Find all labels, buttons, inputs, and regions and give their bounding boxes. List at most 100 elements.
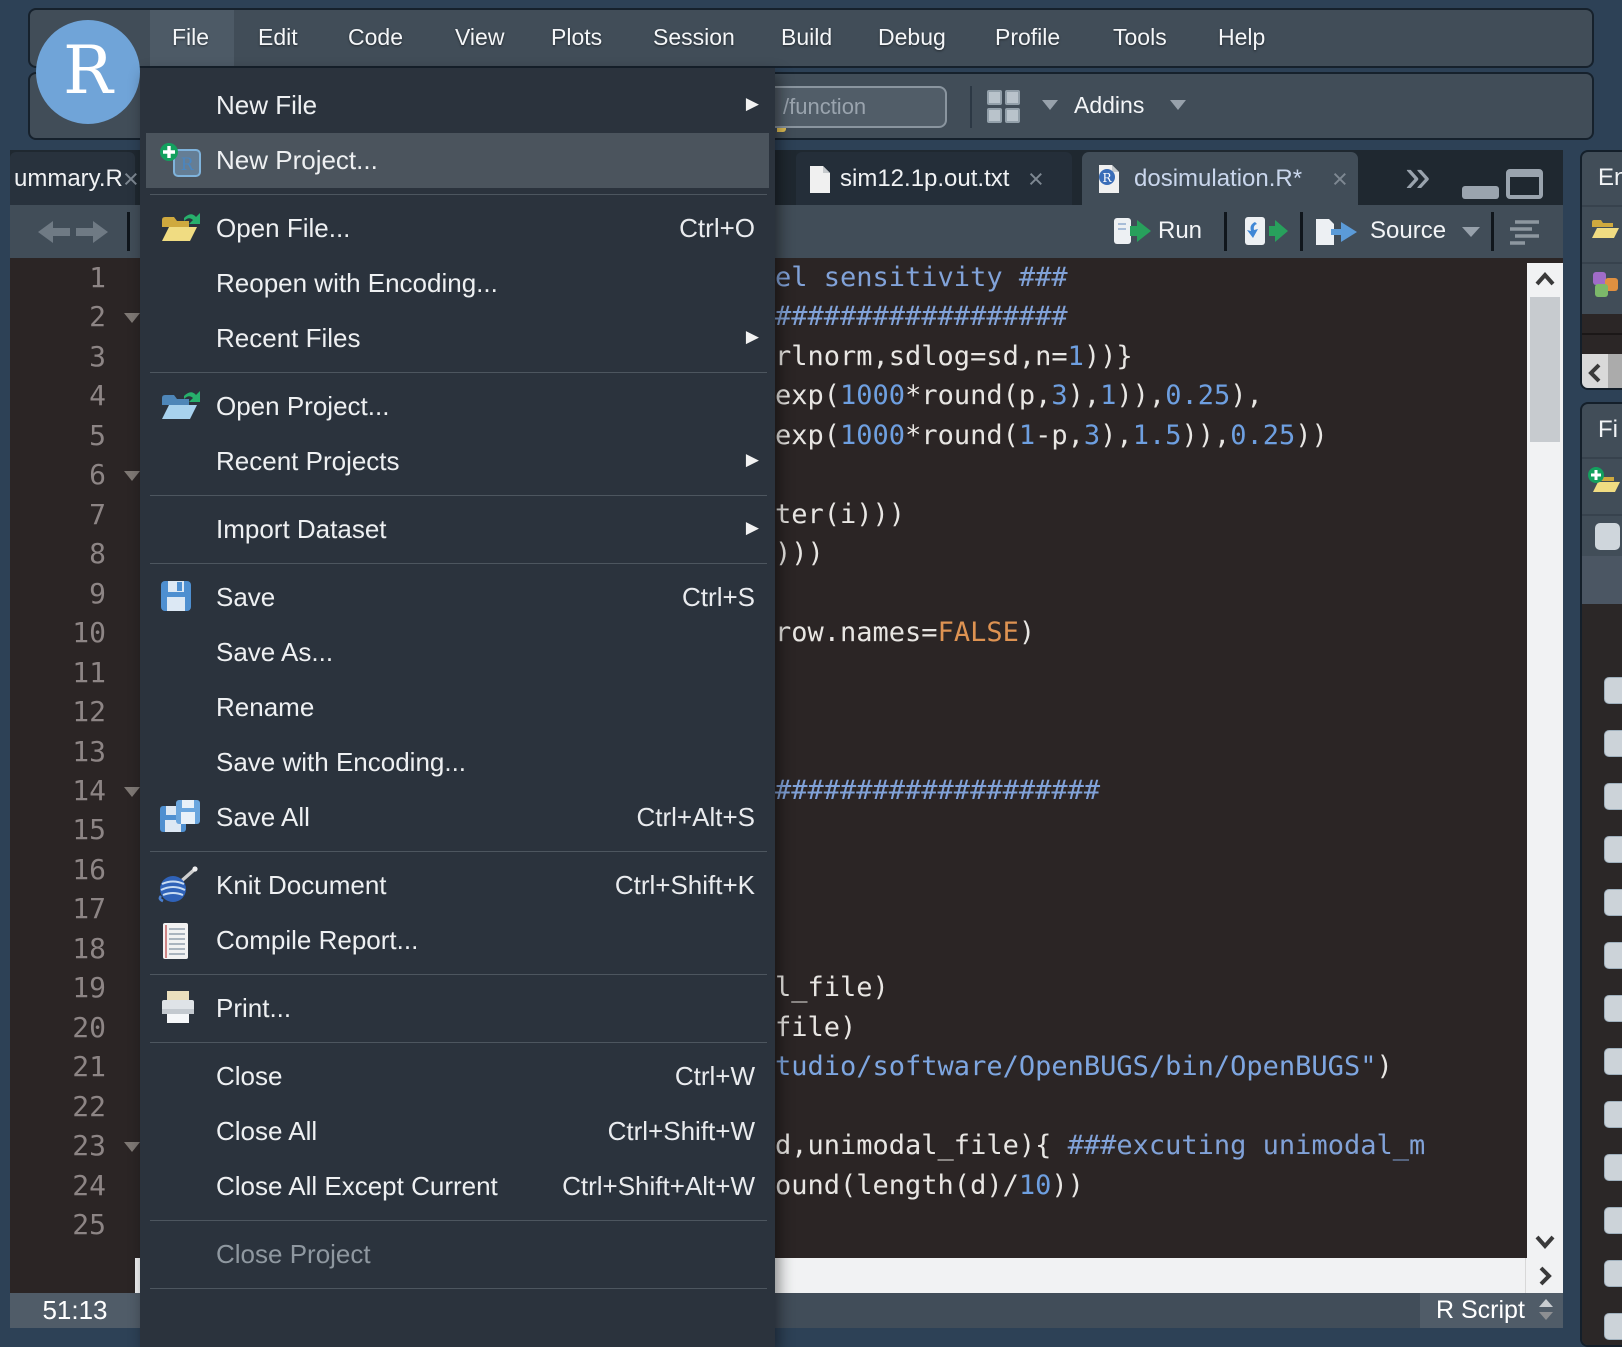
panes-dropdown-caret-icon[interactable]	[1042, 100, 1058, 110]
vertical-scrollbar[interactable]	[1527, 263, 1563, 1258]
file-row-checkbox[interactable]	[1604, 889, 1622, 916]
menu-item-icon-empty	[158, 688, 204, 728]
tab-summary[interactable]: ummary.R ×	[10, 152, 135, 205]
menubar-item-plots[interactable]: Plots	[551, 24, 602, 51]
panes-layout-icon[interactable]	[987, 90, 1021, 124]
menu-item-close[interactable]: CloseCtrl+W	[140, 1049, 775, 1104]
goto-file-function-input[interactable]: /function	[765, 86, 947, 128]
menubar-item-session[interactable]: Session	[653, 24, 735, 51]
line-number: 15	[10, 810, 122, 850]
new-folder-icon[interactable]	[1587, 466, 1622, 501]
source-icon[interactable]	[1314, 217, 1364, 252]
menu-item-icon-empty	[158, 633, 204, 673]
line-number: 4	[10, 376, 122, 416]
menubar-item-file[interactable]: File	[172, 24, 209, 51]
menu-item-icon-empty	[158, 1112, 204, 1152]
menubar-item-debug[interactable]: Debug	[878, 24, 946, 51]
file-row-checkbox[interactable]	[1604, 836, 1622, 863]
cursor-position-indicator[interactable]: 51:13	[10, 1293, 140, 1328]
menu-item-save[interactable]: SaveCtrl+S	[140, 570, 775, 625]
menubar-item-help[interactable]: Help	[1218, 24, 1265, 51]
tab-sim-output[interactable]: sim12.1p.out.txt ×	[796, 152, 1072, 205]
environment-horizontal-scrollbar[interactable]	[1582, 354, 1622, 390]
menu-item-print[interactable]: Print...	[140, 981, 775, 1036]
scroll-down-icon[interactable]	[1534, 1234, 1556, 1250]
menu-item-new-project[interactable]: RNew Project...	[146, 133, 769, 188]
menu-item-label: Open Project...	[216, 391, 389, 422]
toolbar-divider	[1224, 212, 1227, 251]
rerun-icon[interactable]	[1243, 215, 1291, 252]
file-row-checkbox[interactable]	[1604, 730, 1622, 757]
file-row-checkbox[interactable]	[1604, 1207, 1622, 1234]
close-tab-icon[interactable]: ×	[1028, 164, 1044, 195]
fold-marker-icon[interactable]	[124, 313, 140, 323]
fold-marker-icon[interactable]	[124, 787, 140, 797]
menu-item-save-with-encoding[interactable]: Save with Encoding...	[140, 735, 775, 790]
menu-item-compile-report[interactable]: Compile Report...	[140, 913, 775, 968]
knit-icon	[158, 866, 204, 906]
source-button[interactable]: Source	[1370, 217, 1446, 245]
line-number: 13	[10, 732, 122, 772]
file-row-checkbox[interactable]	[1604, 1260, 1622, 1287]
menubar-item-code[interactable]: Code	[348, 24, 403, 51]
menu-item-recent-files[interactable]: Recent Files▶	[140, 311, 775, 366]
file-row-checkbox[interactable]	[1604, 995, 1622, 1022]
line-number: 9	[10, 574, 122, 614]
back-arrow-icon[interactable]	[36, 219, 72, 250]
document-outline-icon[interactable]	[1507, 218, 1545, 251]
maximize-pane-icon[interactable]	[1506, 169, 1543, 199]
rstudio-window: File Edit Code View Plots Session Build Debug Pr…	[0, 0, 1622, 1347]
line-number: 7	[10, 495, 122, 535]
files-list	[1582, 604, 1622, 1347]
tab-dosimulation[interactable]: R dosimulation.R* ×	[1082, 152, 1358, 205]
file-row-checkbox[interactable]	[1604, 1154, 1622, 1181]
menubar-item-view[interactable]: View	[455, 24, 504, 51]
menu-item-close-all[interactable]: Close AllCtrl+Shift+W	[140, 1104, 775, 1159]
source-dropdown-caret-icon[interactable]	[1462, 227, 1480, 237]
menu-item-reopen-with-encoding[interactable]: Reopen with Encoding...	[140, 256, 775, 311]
select-all-checkbox[interactable]	[1595, 523, 1620, 550]
forward-arrow-icon[interactable]	[74, 219, 110, 250]
addins-dropdown-caret-icon[interactable]	[1170, 100, 1186, 110]
close-tab-icon[interactable]: ×	[123, 164, 139, 195]
run-icon[interactable]	[1112, 216, 1156, 251]
menu-item-open-file[interactable]: Open File...Ctrl+O	[140, 201, 775, 256]
toolbar-divider	[127, 212, 130, 251]
file-row-checkbox[interactable]	[1604, 1048, 1622, 1075]
menu-item-rename[interactable]: Rename	[140, 680, 775, 735]
menubar-item-build[interactable]: Build	[781, 24, 832, 51]
scroll-up-icon[interactable]	[1534, 271, 1556, 287]
menu-item-import-dataset[interactable]: Import Dataset▶	[140, 502, 775, 557]
menubar-item-tools[interactable]: Tools	[1113, 24, 1167, 51]
scroll-right-icon[interactable]	[1525, 1258, 1563, 1293]
menubar-item-edit[interactable]: Edit	[258, 24, 298, 51]
menu-item-new-file[interactable]: New File▶	[140, 78, 775, 133]
tab-overflow-icon[interactable]: »	[1405, 148, 1427, 202]
file-row-checkbox[interactable]	[1604, 677, 1622, 704]
run-button[interactable]: Run	[1158, 217, 1202, 245]
file-row-checkbox[interactable]	[1604, 1101, 1622, 1128]
file-row-checkbox[interactable]	[1604, 783, 1622, 810]
addins-button[interactable]: Addins	[1074, 92, 1144, 119]
menu-item-label: Close All	[216, 1116, 317, 1147]
file-type-selector[interactable]: R Script	[1420, 1293, 1563, 1328]
menu-item-knit-document[interactable]: Knit DocumentCtrl+Shift+K	[140, 858, 775, 913]
scroll-left-icon[interactable]	[1587, 363, 1603, 383]
menu-item-save-all[interactable]: Save AllCtrl+Alt+S	[140, 790, 775, 845]
close-tab-icon[interactable]: ×	[1332, 164, 1348, 195]
import-dataset-icon[interactable]	[1591, 270, 1621, 305]
menu-item-save-as[interactable]: Save As...	[140, 625, 775, 680]
fold-marker-icon[interactable]	[124, 471, 140, 481]
minimize-pane-icon[interactable]	[1462, 186, 1499, 199]
menu-item-recent-projects[interactable]: Recent Projects▶	[140, 434, 775, 489]
load-workspace-folder-icon[interactable]	[1590, 214, 1622, 247]
menubar-item-profile[interactable]: Profile	[995, 24, 1060, 51]
menu-item-close-all-except-current[interactable]: Close All Except CurrentCtrl+Shift+Alt+W	[140, 1159, 775, 1214]
line-number: 5	[10, 416, 122, 456]
scrollbar-thumb[interactable]	[1530, 297, 1560, 442]
files-pane: Fi	[1580, 402, 1622, 1347]
menu-item-open-project[interactable]: Open Project...	[140, 379, 775, 434]
fold-marker-icon[interactable]	[124, 1142, 140, 1152]
file-row-checkbox[interactable]	[1604, 942, 1622, 969]
file-row-checkbox[interactable]	[1604, 1313, 1622, 1340]
